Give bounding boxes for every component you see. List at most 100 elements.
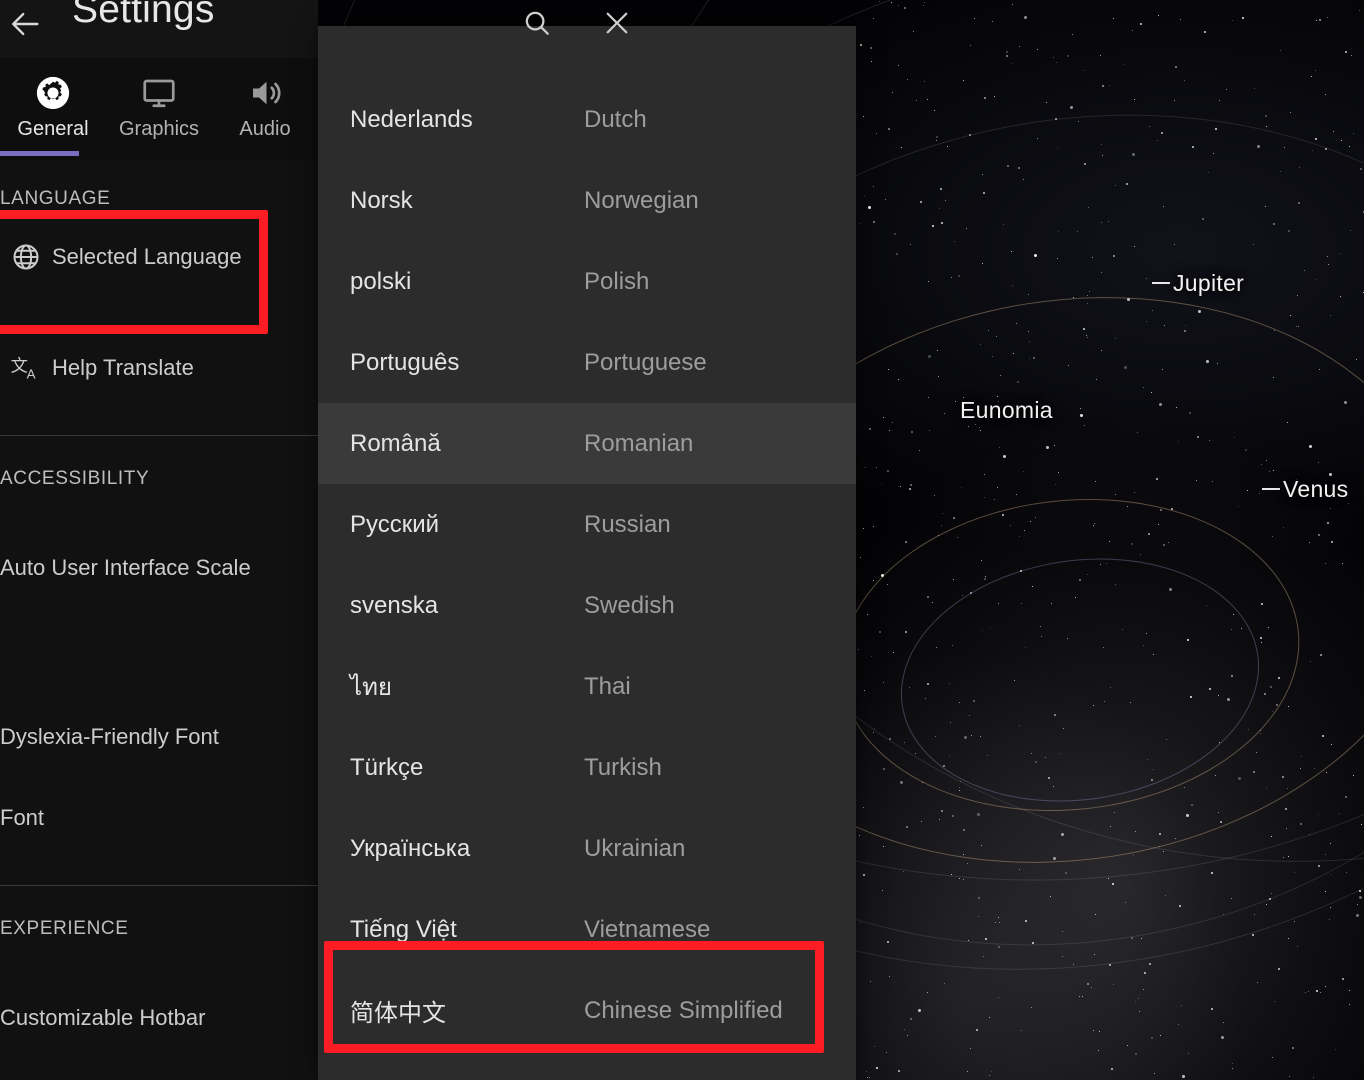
star [1135, 1052, 1137, 1055]
language-option[interactable]: Tiếng Việt Vietnamese [318, 889, 856, 970]
star [1087, 982, 1090, 985]
tab-graphics-label: Graphics [118, 118, 200, 140]
star [1098, 1030, 1100, 1032]
star [874, 1045, 876, 1047]
star [1271, 1056, 1273, 1058]
row-dyslexia-font-label: Dyslexia-Friendly Font [0, 724, 219, 749]
tab-graphics[interactable]: Graphics [106, 58, 212, 158]
sky-label-eunomia[interactable]: Eunomia [960, 397, 1053, 424]
star [927, 991, 929, 993]
leader-line [1152, 282, 1170, 285]
star [989, 1016, 991, 1018]
language-option[interactable]: Română Romanian [318, 403, 856, 484]
star [1160, 1035, 1161, 1037]
language-option[interactable]: 繁體中文Chinese Traditional [318, 1051, 856, 1080]
language-native-name: Norsk [350, 186, 413, 214]
back-arrow-icon[interactable] [4, 2, 48, 46]
row-auto-ui-scale-label: Auto User Interface Scale [0, 555, 251, 580]
language-english-name: Turkish [584, 753, 662, 781]
language-native-name: Українська [350, 834, 471, 862]
star [1082, 996, 1084, 998]
star [1287, 937, 1289, 939]
language-option[interactable]: Русский Russian [318, 484, 856, 565]
star [1211, 1007, 1214, 1010]
row-font[interactable]: Font [0, 788, 318, 848]
star [1126, 1045, 1128, 1046]
star [918, 1008, 922, 1012]
language-english-name: Polish [584, 267, 650, 295]
star [885, 1052, 887, 1054]
sky-label-text: Venus [1283, 476, 1349, 502]
row-selected-language[interactable]: Selected Language [0, 227, 318, 287]
star [1329, 907, 1331, 909]
star [1111, 1068, 1114, 1071]
language-option[interactable]: Nederlands Dutch [318, 79, 856, 160]
sky-label-text: Eunomia [960, 397, 1053, 423]
row-help-translate[interactable]: 文 A Help Translate [0, 338, 318, 398]
row-customizable-hotbar[interactable]: Customizable Hotbar [0, 988, 318, 1048]
language-dropdown[interactable]: Nederlands Dutch Norsk Norwegian polski Polis… [318, 26, 856, 1080]
star [1138, 997, 1140, 999]
language-option[interactable]: Türkçe Turkish [318, 727, 856, 808]
star [1348, 1004, 1350, 1006]
star [870, 981, 871, 983]
row-selected-language-label: Selected Language [52, 244, 242, 269]
leader-line [1262, 488, 1280, 491]
language-native-name: Nederlands [350, 105, 473, 133]
active-tab-indicator [0, 151, 79, 156]
sky-label-jupiter[interactable]: Jupiter [1152, 270, 1244, 297]
star [1092, 1029, 1094, 1031]
star [1341, 977, 1344, 980]
star [1315, 989, 1318, 992]
star [1113, 983, 1115, 985]
page-title: Settings [72, 0, 215, 31]
star [1188, 1053, 1190, 1054]
star [1355, 914, 1359, 918]
section-heading-accessibility: ACCESSIBILITY [0, 468, 150, 489]
tab-general[interactable]: General [0, 58, 106, 158]
language-english-name: Norwegian [584, 186, 699, 214]
tab-audio[interactable]: Audio [212, 58, 318, 158]
star [897, 1070, 900, 1073]
settings-panel: Settings General Graphics Audio LANGUAGE… [0, 0, 318, 1080]
search-icon[interactable] [520, 6, 554, 40]
language-option[interactable]: 简体中文 Chinese Simplified [318, 970, 856, 1051]
star [1312, 1077, 1314, 1079]
close-icon[interactable] [600, 6, 634, 40]
svg-text:A: A [27, 367, 36, 382]
language-option[interactable]: Українська Ukrainian [318, 808, 856, 889]
language-option[interactable]: svenska Swedish [318, 565, 856, 646]
tab-general-label: General [17, 118, 89, 140]
speaker-icon [247, 72, 283, 114]
star [1328, 918, 1330, 920]
star [876, 1067, 879, 1070]
language-native-name: polski [350, 267, 412, 295]
star [1142, 989, 1144, 991]
star [944, 983, 946, 985]
language-english-name: Swedish [584, 591, 675, 619]
star [1090, 987, 1092, 989]
star [1334, 1048, 1336, 1050]
sky-label-venus[interactable]: Venus [1262, 476, 1348, 503]
star [976, 1029, 979, 1032]
language-native-name: ไทย [350, 674, 392, 701]
star [1220, 1036, 1224, 1040]
row-help-translate-label: Help Translate [52, 355, 194, 380]
language-option[interactable]: Português Portuguese [318, 322, 856, 403]
section-heading-experience: EXPERIENCE [0, 918, 129, 939]
language-option[interactable]: ไทย Thai [318, 646, 856, 727]
star [904, 1029, 905, 1030]
svg-text:文: 文 [11, 356, 28, 376]
language-option[interactable]: polski Polish [318, 241, 856, 322]
star [1177, 1023, 1179, 1025]
language-native-name: Português [350, 348, 460, 376]
language-english-name: Russian [584, 510, 671, 538]
row-customizable-hotbar-label: Customizable Hotbar [0, 1005, 206, 1030]
language-native-name: Tiếng Việt [350, 915, 457, 943]
row-auto-ui-scale[interactable]: Auto User Interface Scale [0, 538, 318, 598]
settings-screen: Jupiter Eunomia Venus Settings General G… [0, 0, 1364, 1080]
language-option[interactable]: Norsk Norwegian [318, 160, 856, 241]
star [1180, 1004, 1182, 1006]
row-dyslexia-font[interactable]: Dyslexia-Friendly Font [0, 707, 318, 767]
star [1231, 1062, 1233, 1064]
